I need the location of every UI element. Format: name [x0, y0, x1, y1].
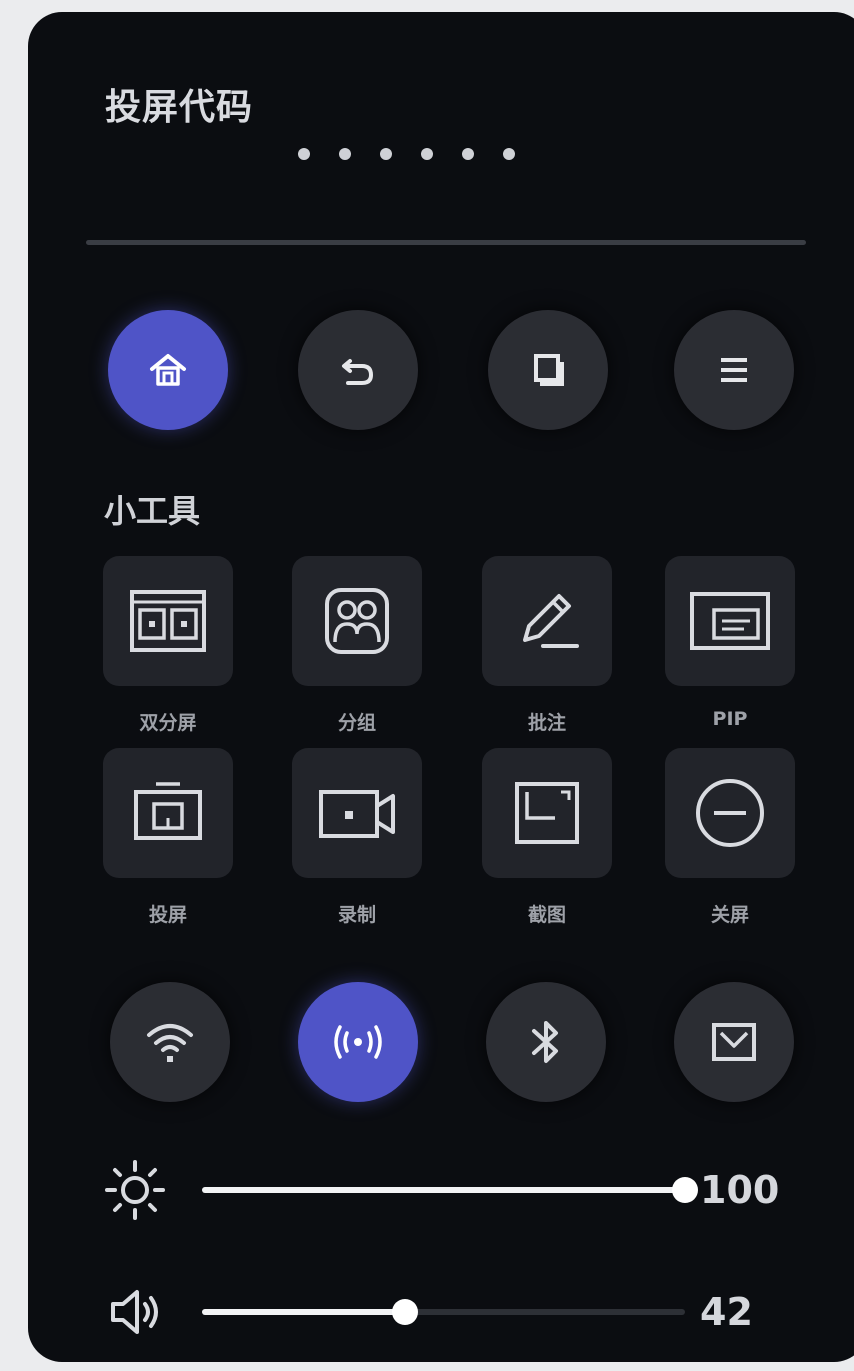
volume-thumb[interactable]: [391, 1299, 418, 1325]
brightness-slider-row: 100: [95, 1150, 805, 1230]
brightness-value: 100: [700, 1168, 780, 1212]
tool-label: PIP: [712, 708, 748, 730]
screen-cast-code-title: 投屏代码: [105, 87, 254, 128]
tools-section-label: 小工具: [104, 492, 201, 530]
menu-icon: [711, 347, 757, 393]
wifi-icon: [145, 1019, 195, 1065]
code-dot: [503, 148, 515, 160]
tool-screen-cast[interactable]: [103, 748, 233, 878]
recent-apps-button[interactable]: [488, 310, 608, 430]
tool-label: 投屏: [148, 904, 187, 926]
tool-label: 截图: [527, 904, 566, 926]
annotate-icon: [507, 586, 587, 656]
tool-screen-off[interactable]: [665, 748, 795, 878]
back-button[interactable]: [298, 310, 418, 430]
volume-icon: [95, 1272, 175, 1352]
recent-apps-icon: [525, 347, 571, 393]
tool-label: 分组: [337, 712, 376, 734]
tool-annotate[interactable]: [482, 556, 612, 686]
split-screen-icon: [128, 586, 208, 656]
cast-code-dots: [298, 148, 515, 160]
menu-button[interactable]: [674, 310, 794, 430]
home-button[interactable]: [108, 310, 228, 430]
volume-fill: [202, 1309, 405, 1315]
tool-pip[interactable]: [665, 556, 795, 686]
tool-label: 批注: [527, 712, 566, 734]
code-dot: [298, 148, 310, 160]
tool-group[interactable]: [292, 556, 422, 686]
code-dot: [339, 148, 351, 160]
code-dot: [421, 148, 433, 160]
tool-label: 关屏: [710, 904, 749, 926]
screen-off-icon: [690, 773, 770, 853]
display-icon: [709, 1019, 759, 1065]
code-dot: [462, 148, 474, 160]
pip-icon: [688, 586, 772, 656]
code-dot: [380, 148, 392, 160]
brightness-thumb[interactable]: [672, 1177, 698, 1203]
hotspot-toggle[interactable]: [298, 982, 418, 1102]
tool-screenshot[interactable]: [482, 748, 612, 878]
volume-value: 42: [700, 1290, 753, 1334]
display-toggle[interactable]: [674, 982, 794, 1102]
divider: [86, 240, 806, 245]
tool-split-screen[interactable]: [103, 556, 233, 686]
wifi-toggle[interactable]: [110, 982, 230, 1102]
home-icon: [145, 347, 191, 393]
brightness-track[interactable]: [202, 1177, 698, 1203]
tool-label: 录制: [337, 904, 376, 926]
screen-cast-icon: [128, 778, 208, 848]
record-icon: [315, 778, 399, 848]
group-icon: [317, 586, 397, 656]
tool-record[interactable]: [292, 748, 422, 878]
volume-slider-row: 42: [95, 1272, 805, 1352]
volume-track[interactable]: [202, 1299, 685, 1325]
hotspot-icon: [330, 1019, 386, 1065]
tool-label: 双分屏: [139, 712, 197, 734]
back-icon: [335, 347, 381, 393]
brightness-icon: [95, 1150, 175, 1230]
bluetooth-toggle[interactable]: [486, 982, 606, 1102]
brightness-fill: [202, 1187, 685, 1193]
bluetooth-icon: [526, 1017, 566, 1067]
screenshot-icon: [507, 778, 587, 848]
